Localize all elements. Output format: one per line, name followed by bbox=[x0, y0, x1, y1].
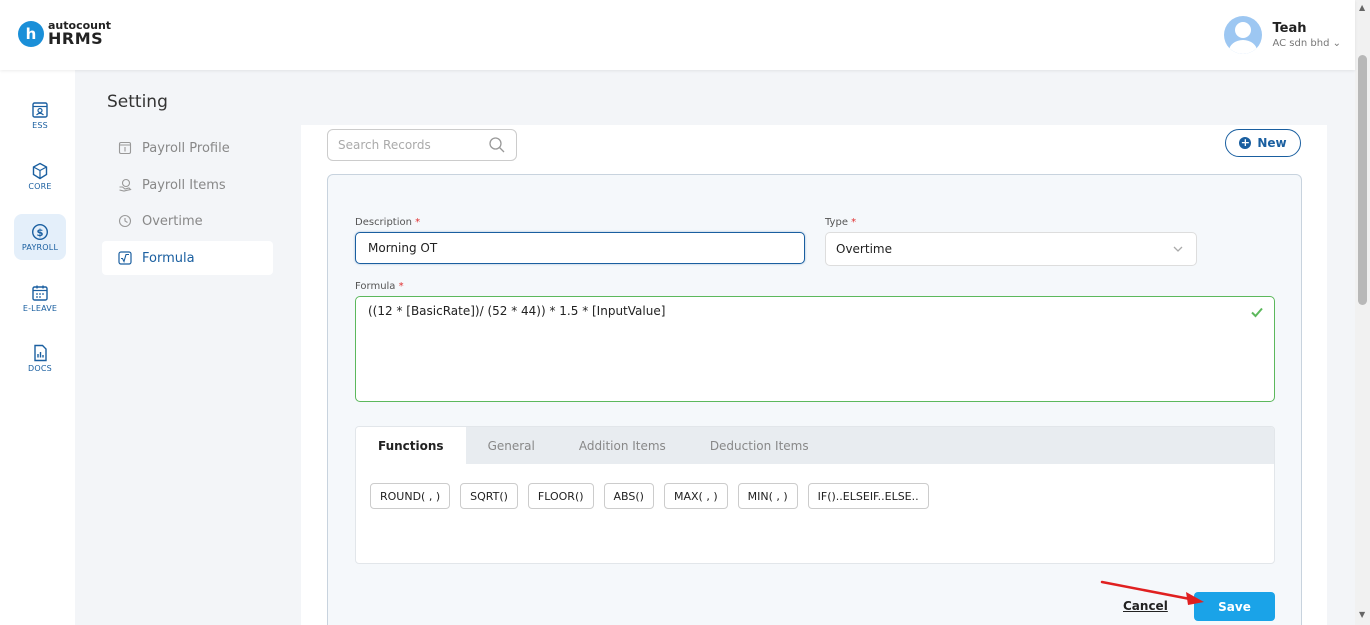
clock-icon bbox=[118, 214, 132, 228]
nav-label: CORE bbox=[28, 181, 52, 191]
nav-item-core[interactable]: CORE bbox=[14, 153, 66, 199]
calendar-icon bbox=[32, 285, 48, 301]
menu-item-payroll-items[interactable]: Payroll Items bbox=[102, 168, 273, 202]
description-input[interactable]: Morning OT bbox=[355, 232, 805, 264]
search-box[interactable] bbox=[327, 129, 517, 161]
menu-item-label: Payroll Items bbox=[142, 177, 226, 193]
nav-item-payroll[interactable]: $ PAYROLL bbox=[14, 214, 66, 260]
logo-brand-big: HRMS bbox=[48, 29, 104, 48]
scroll-thumb[interactable] bbox=[1358, 55, 1367, 305]
function-floor-button[interactable]: FLOOR() bbox=[527, 483, 594, 509]
function-max-button[interactable]: MAX( , ) bbox=[663, 483, 728, 509]
function-abs-button[interactable]: ABS() bbox=[603, 483, 654, 509]
profile-icon bbox=[118, 141, 132, 155]
chevron-down-icon: ⌄ bbox=[1332, 38, 1341, 49]
formula-label: Formula * bbox=[355, 281, 404, 292]
function-buttons: ROUND( , ) SQRT() FLOOR() ABS() MAX( , )… bbox=[370, 483, 939, 509]
dollar-circle-icon: $ bbox=[31, 223, 49, 240]
scroll-down-icon[interactable]: ▼ bbox=[1359, 610, 1365, 619]
formula-editor[interactable]: ((12 * [BasicRate])/ (52 * 44)) * 1.5 * … bbox=[355, 296, 1275, 402]
page-title: Setting bbox=[107, 92, 168, 112]
new-button[interactable]: + New bbox=[1225, 129, 1301, 157]
page-scrollbar[interactable]: ▲ ▼ bbox=[1355, 0, 1370, 625]
cube-icon bbox=[32, 162, 48, 179]
nav-label: E-LEAVE bbox=[22, 303, 58, 313]
menu-item-formula[interactable]: Formula bbox=[102, 241, 273, 275]
function-if-button[interactable]: IF()..ELSEIF..ELSE.. bbox=[807, 483, 929, 509]
menu-item-label: Payroll Profile bbox=[142, 140, 230, 156]
formula-form: Description * Morning OT Type * Overtime… bbox=[327, 174, 1302, 625]
nav-label: ESS bbox=[32, 120, 48, 130]
type-label: Type * bbox=[825, 217, 857, 228]
function-tabs: Functions General Addition Items Deducti… bbox=[356, 427, 1274, 464]
document-chart-icon bbox=[34, 344, 47, 361]
menu-item-overtime[interactable]: Overtime bbox=[102, 204, 273, 238]
plus-circle-icon: + bbox=[1239, 136, 1252, 149]
tab-deduction-items[interactable]: Deduction Items bbox=[688, 427, 831, 464]
logo-mark: h bbox=[18, 20, 44, 47]
function-round-button[interactable]: ROUND( , ) bbox=[370, 483, 451, 509]
menu-item-payroll-profile[interactable]: Payroll Profile bbox=[102, 131, 273, 165]
user-menu[interactable]: Teah AC sdn bhd ⌄ bbox=[1224, 16, 1341, 54]
avatar[interactable] bbox=[1224, 16, 1263, 54]
description-label: Description * bbox=[355, 217, 421, 228]
cancel-button[interactable]: Cancel bbox=[1123, 599, 1168, 613]
save-button[interactable]: Save bbox=[1194, 592, 1275, 621]
main-content: + New Description * Morning OT Type * Ov… bbox=[301, 125, 1327, 625]
type-selected-value: Overtime bbox=[836, 242, 892, 256]
nav-item-docs[interactable]: DOCS bbox=[14, 335, 66, 381]
nav-item-ess[interactable]: ESS bbox=[14, 92, 66, 138]
svg-text:$: $ bbox=[37, 227, 44, 238]
nav-label: PAYROLL bbox=[21, 242, 59, 252]
scroll-up-icon[interactable]: ▲ bbox=[1359, 3, 1365, 12]
icon-sidebar: ESS CORE $ PAYROLL E-LEAVE DOCS bbox=[0, 70, 75, 625]
type-select[interactable]: Overtime bbox=[825, 232, 1197, 266]
menu-item-label: Overtime bbox=[142, 213, 203, 229]
tab-functions[interactable]: Functions bbox=[356, 427, 466, 464]
chevron-down-icon bbox=[1173, 246, 1183, 252]
search-input[interactable] bbox=[338, 138, 478, 152]
top-header: h autocount HRMS Teah AC sdn bhd ⌄ bbox=[0, 0, 1355, 70]
user-card-icon bbox=[32, 101, 48, 118]
search-icon[interactable] bbox=[488, 136, 506, 154]
menu-item-label: Formula bbox=[142, 250, 195, 266]
checkmark-icon bbox=[1251, 307, 1263, 318]
tab-general[interactable]: General bbox=[466, 427, 557, 464]
formula-text: ((12 * [BasicRate])/ (52 * 44)) * 1.5 * … bbox=[368, 304, 666, 318]
functions-panel: Functions General Addition Items Deducti… bbox=[355, 426, 1275, 564]
function-sqrt-button[interactable]: SQRT() bbox=[460, 483, 518, 509]
app-logo[interactable]: h autocount HRMS bbox=[18, 20, 111, 47]
formula-icon bbox=[118, 251, 132, 265]
nav-label: DOCS bbox=[28, 363, 52, 373]
payroll-items-icon bbox=[119, 178, 132, 192]
user-name: Teah bbox=[1272, 21, 1307, 36]
function-min-button[interactable]: MIN( , ) bbox=[737, 483, 798, 509]
user-company[interactable]: AC sdn bhd ⌄ bbox=[1272, 38, 1341, 49]
tab-addition-items[interactable]: Addition Items bbox=[557, 427, 688, 464]
new-button-label: New bbox=[1257, 136, 1287, 150]
nav-item-eleave[interactable]: E-LEAVE bbox=[14, 275, 66, 321]
